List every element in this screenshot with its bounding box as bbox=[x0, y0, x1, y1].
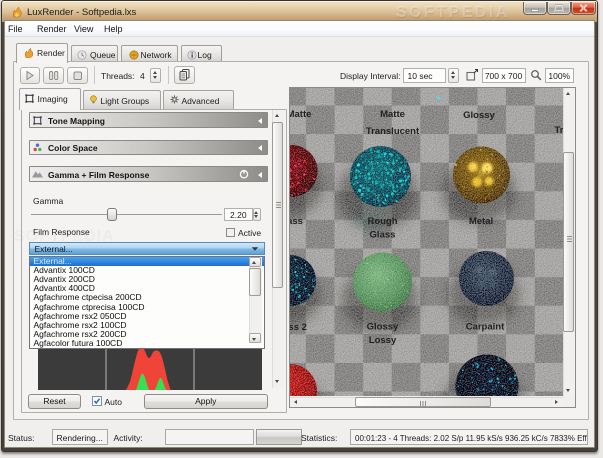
svg-text:Lossy: Lossy bbox=[368, 335, 396, 346]
svg-text:Metal: Metal bbox=[468, 216, 492, 227]
svg-text:Glass 2: Glass 2 bbox=[290, 322, 307, 333]
svg-text:Glass: Glass bbox=[290, 216, 303, 227]
svg-text:Carpaint: Carpaint bbox=[465, 322, 504, 333]
svg-text:Glass: Glass bbox=[369, 230, 395, 241]
svg-text:Glossy: Glossy bbox=[463, 110, 495, 121]
svg-text:Tr: Tr bbox=[554, 125, 562, 136]
svg-text:Matte: Matte bbox=[380, 109, 405, 120]
svg-text:Rough: Rough bbox=[367, 216, 397, 227]
svg-text:Glossy: Glossy bbox=[366, 322, 398, 333]
svg-text:Translucent: Translucent bbox=[365, 126, 419, 137]
svg-text:Matte: Matte bbox=[290, 109, 311, 120]
